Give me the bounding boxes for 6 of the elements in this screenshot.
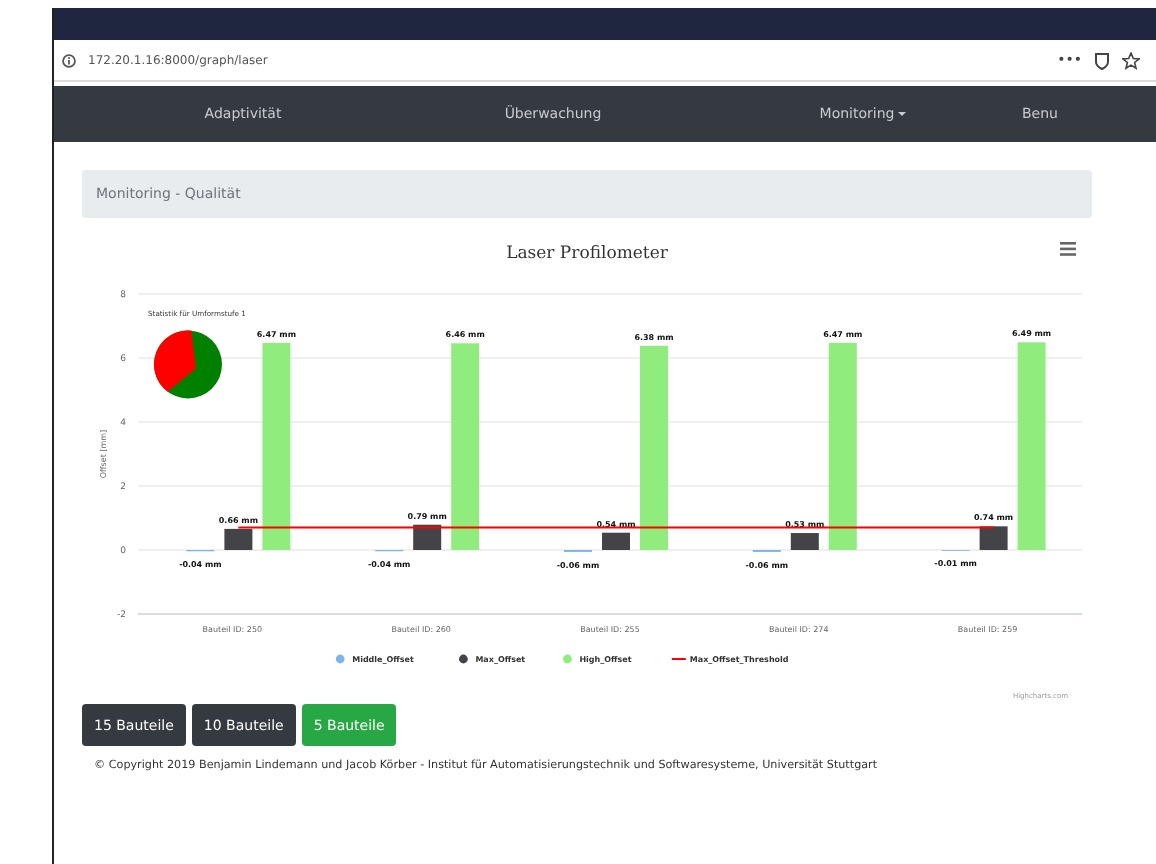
info-icon [62, 53, 76, 67]
pie-chart-drawing [154, 330, 222, 399]
shield-icon[interactable] [1094, 51, 1110, 69]
menu-icon[interactable] [1060, 242, 1076, 256]
star-icon[interactable] [1122, 51, 1140, 69]
chart-title: Laser Profilometer [504, 242, 670, 268]
